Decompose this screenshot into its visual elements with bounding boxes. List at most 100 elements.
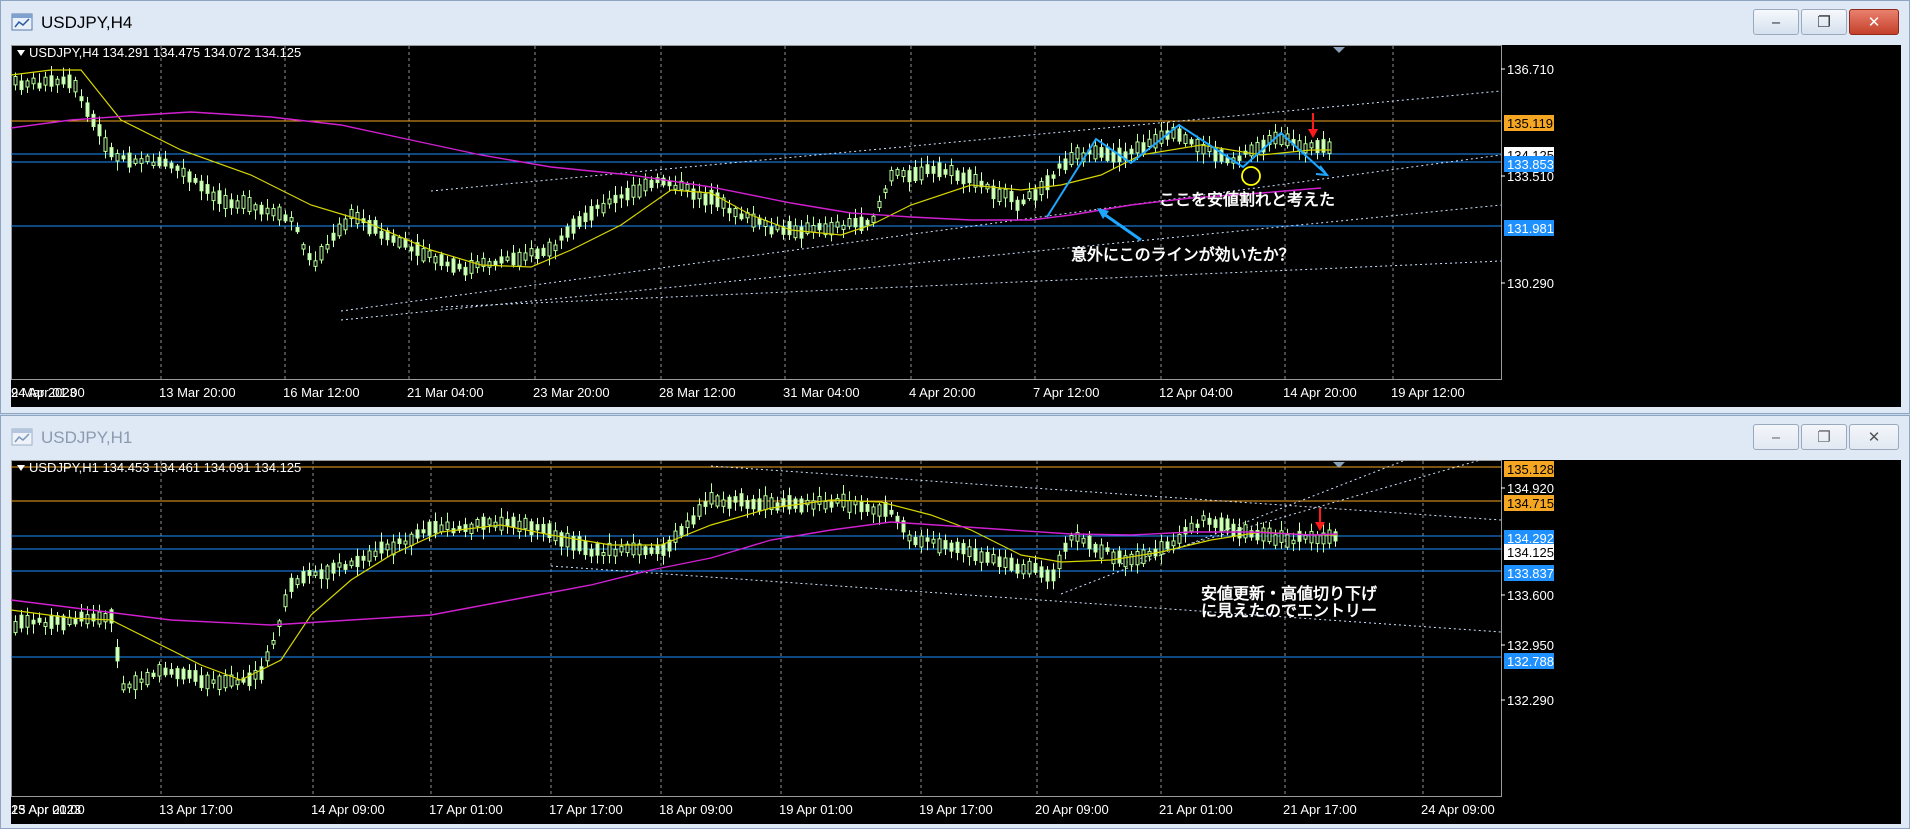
candle-body (1009, 557, 1014, 571)
chart-menu-icon (17, 465, 25, 471)
candle-body (25, 80, 30, 88)
candle-body (43, 622, 48, 628)
candle-body (931, 165, 936, 174)
candle-body (445, 261, 450, 267)
candle-body (463, 266, 468, 276)
price-chart[interactable]: USDJPY,H4 134.291 134.475 134.072 134.12… (11, 45, 1901, 407)
candle-body (163, 667, 168, 676)
time-axis-label: 4 Apr 20:00 (909, 385, 976, 400)
candle-body (13, 621, 18, 634)
candle-body (1327, 529, 1332, 544)
close-button[interactable]: ✕ (1849, 424, 1899, 450)
candle-body (955, 170, 960, 181)
candle-body (55, 78, 60, 86)
candle-body (595, 204, 600, 209)
candle-body (1177, 128, 1182, 142)
minimize-button[interactable]: ‒ (1753, 9, 1799, 35)
candle-body (721, 499, 726, 507)
maximize-button[interactable]: ❐ (1801, 9, 1847, 35)
candle-body (595, 543, 600, 556)
time-axis-label: 14 Apr 20:00 (1283, 385, 1357, 400)
red-arrow-down-icon (1308, 129, 1318, 138)
time-axis-label: 14 Apr 09:00 (311, 802, 385, 817)
candle-body (1315, 534, 1320, 545)
candle-body (115, 647, 120, 662)
title-bar[interactable]: USDJPY,H4 ‒ ❐ ✕ (1, 1, 1909, 45)
candle-body (865, 503, 870, 512)
candle-body (175, 165, 180, 171)
candle-body (133, 675, 138, 691)
candle-body (949, 542, 954, 552)
chart-annotation: 意外にこのラインが効いたか？ (1071, 245, 1295, 264)
candle-body (967, 546, 972, 558)
candle-body (379, 541, 384, 554)
time-axis-label: 17 Apr 17:00 (549, 802, 623, 817)
candle-body (565, 226, 570, 238)
candle-body (577, 216, 582, 227)
price-scale-label: 134.920 (1507, 481, 1554, 496)
candle-body (397, 237, 402, 248)
candle-body (433, 256, 438, 264)
candle-body (1147, 138, 1152, 147)
candle-body (1309, 530, 1314, 544)
candle-body (1231, 523, 1236, 537)
candle-body (127, 683, 132, 689)
candle-body (271, 207, 276, 217)
maximize-button[interactable]: ❐ (1801, 424, 1847, 450)
candle-body (415, 529, 420, 539)
candle-body (205, 674, 210, 690)
candle-body (1225, 518, 1230, 531)
candle-body (349, 560, 354, 567)
trend-line (710, 465, 1502, 521)
price-scale-label: 133.510 (1507, 169, 1554, 184)
candle-body (439, 254, 444, 266)
chart-canvas[interactable]: USDJPY,H4 134.291 134.475 134.072 134.12… (11, 45, 1901, 407)
candle-body (877, 200, 882, 209)
candle-body (949, 164, 954, 177)
candle-body (1291, 539, 1296, 545)
minimize-button[interactable]: ‒ (1753, 424, 1799, 450)
candle-body (121, 683, 126, 691)
candle-body (379, 230, 384, 239)
candle-body (133, 158, 138, 164)
candle-body (547, 241, 552, 257)
time-axis-label: 31 Mar 04:00 (783, 385, 860, 400)
candle-body (229, 199, 234, 209)
candle-body (79, 96, 84, 102)
chart-window-icon (11, 13, 33, 31)
price-tag-label: 134.715 (1507, 496, 1554, 511)
candle-body (25, 615, 30, 628)
candle-body (835, 221, 840, 228)
candle-body (295, 578, 300, 586)
time-axis-label: 16 Mar 12:00 (283, 385, 360, 400)
candle-body (739, 213, 744, 220)
candle-body (49, 75, 54, 87)
close-button[interactable]: ✕ (1849, 9, 1899, 35)
time-axis-label: 19 Apr 01:00 (779, 802, 853, 817)
candle-body (331, 562, 336, 574)
candle-body (601, 551, 606, 557)
candle-body (1087, 535, 1092, 550)
candle-body (973, 548, 978, 562)
candle-body (67, 74, 72, 89)
candle-body (409, 246, 414, 252)
chart-window-h4[interactable]: USDJPY,H4 ‒ ❐ ✕ USDJPY,H4 134.291 134.47… (0, 0, 1910, 414)
chart-window-h1[interactable]: USDJPY,H1 ‒ ❐ ✕ USDJPY,H1 134.453 134.46… (0, 415, 1910, 829)
trend-line (430, 90, 1502, 192)
candle-body (433, 520, 438, 534)
candle-body (523, 252, 528, 261)
candle-body (937, 538, 942, 554)
candle-body (799, 226, 804, 239)
candle-body (1003, 188, 1008, 199)
chart-canvas[interactable]: USDJPY,H1 134.453 134.461 134.091 134.12… (11, 460, 1901, 824)
candle-body (535, 248, 540, 260)
price-chart[interactable]: USDJPY,H1 134.453 134.461 134.091 134.12… (11, 460, 1901, 824)
candle-body (985, 551, 990, 563)
candle-body (505, 256, 510, 261)
candle-body (979, 551, 984, 563)
candle-body (541, 247, 546, 257)
time-axis-label: 21 Mar 04:00 (407, 385, 484, 400)
candle-body (715, 192, 720, 208)
candle-body (193, 177, 198, 183)
title-bar[interactable]: USDJPY,H1 ‒ ❐ ✕ (1, 416, 1909, 460)
